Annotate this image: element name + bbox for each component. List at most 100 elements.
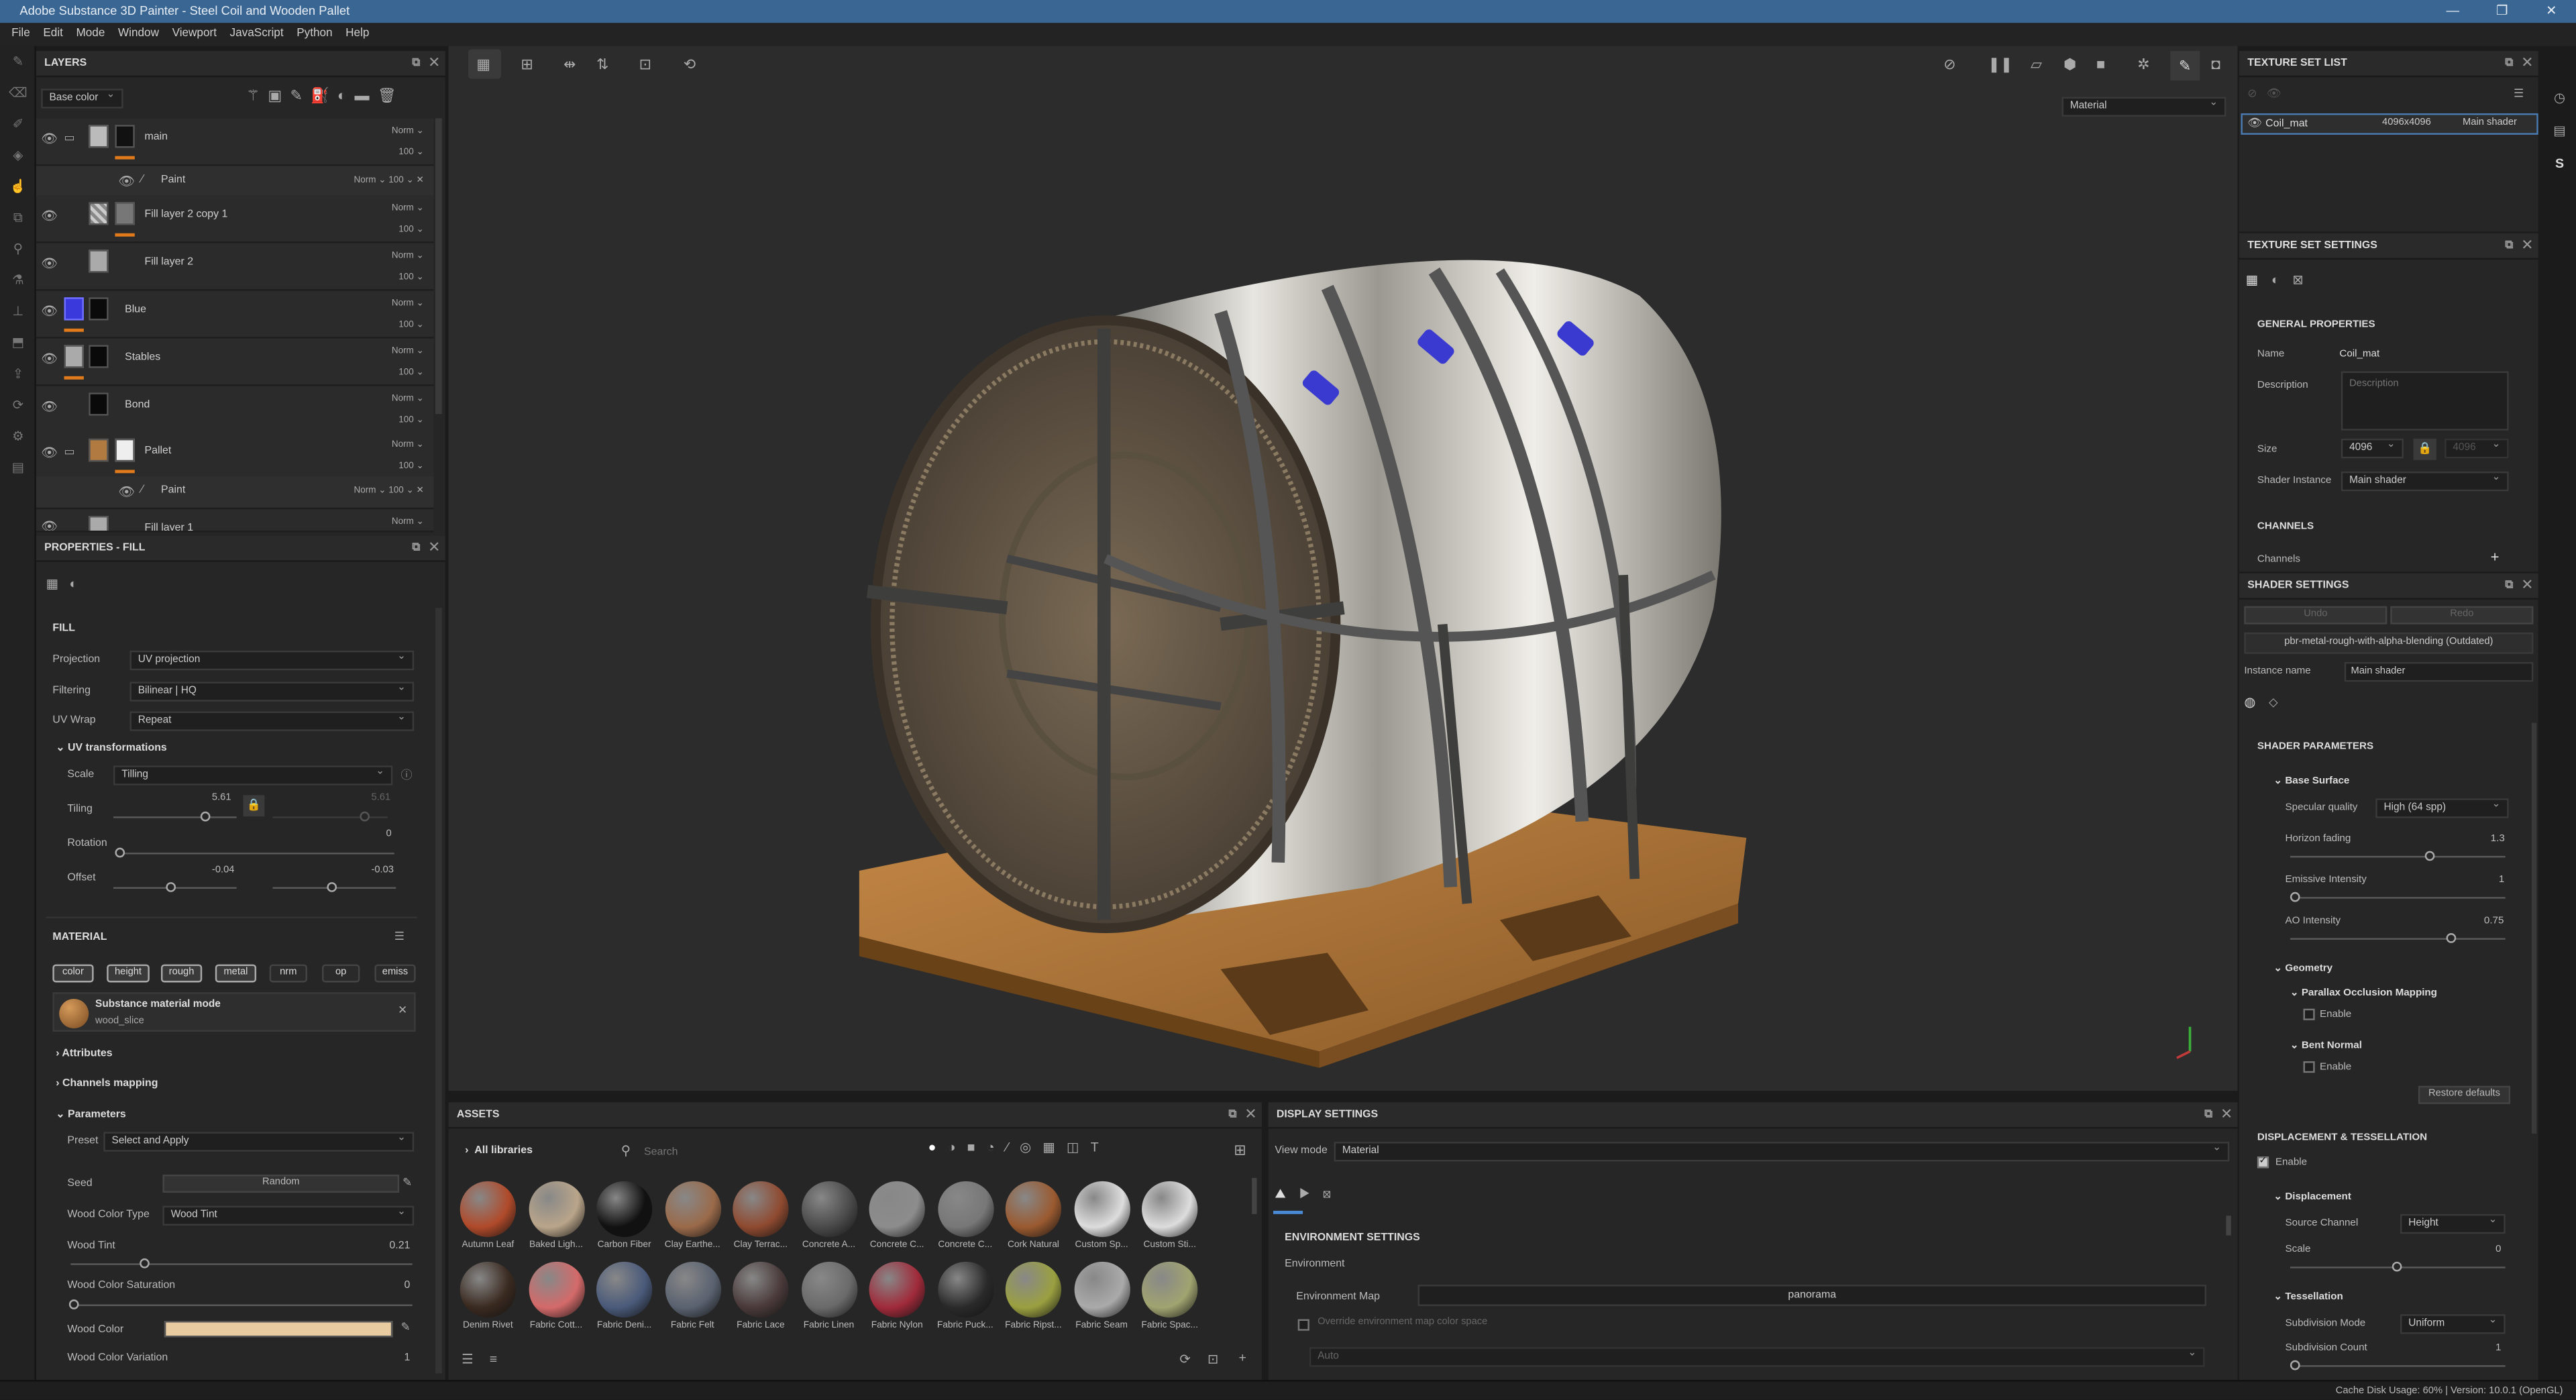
uv-transformations-header[interactable]: ⌄ UV transformations <box>56 741 167 754</box>
bake-icon[interactable]: ⬒ <box>0 327 36 358</box>
blend-mode[interactable]: Norm <box>392 517 414 527</box>
wood-tint-slider[interactable] <box>70 1263 413 1265</box>
layer-opacity[interactable]: 100 <box>398 225 414 235</box>
size-lock-icon[interactable]: 🔒 <box>2413 438 2436 460</box>
tiling-value[interactable]: 5.61 <box>212 794 231 804</box>
filter-text-icon[interactable]: T <box>1091 1140 1110 1155</box>
shader-name-field[interactable]: pbr-metal-rough-with-alpha-blending (Out… <box>2244 632 2534 654</box>
chip-color[interactable]: color <box>52 964 94 983</box>
effects-icon[interactable]: ✲ <box>2137 56 2149 74</box>
subdivision-count-knob[interactable] <box>2290 1360 2300 1370</box>
filter-brush-icon[interactable]: ⁄ <box>1006 1140 1020 1155</box>
import-icon[interactable]: ⊡ <box>1208 1352 1218 1367</box>
layer-pallet[interactable]: 👁 ▭ Pallet Norm ⌄ 100 ⌄ <box>36 432 434 480</box>
description-input[interactable] <box>2341 371 2509 431</box>
minimize-icon[interactable]: — <box>2428 0 2477 23</box>
tiling-slider[interactable] <box>113 816 237 818</box>
lock-icon[interactable]: 🔒 <box>243 795 265 817</box>
video-icon[interactable]: ■ <box>2096 56 2105 72</box>
substance-material-box[interactable]: Substance material mode wood_slice ✕ <box>52 992 416 1032</box>
fill-tab-icon[interactable]: ▦ <box>46 577 59 592</box>
channel-select[interactable]: Base color <box>41 87 123 109</box>
asset-thumbnail[interactable] <box>1142 1261 1198 1318</box>
layer-opacity[interactable]: 100 <box>398 148 414 158</box>
override-color-space-checkbox[interactable] <box>1297 1319 1309 1331</box>
display-icon[interactable]: ▱ <box>2031 56 2042 74</box>
info-icon[interactable]: ⓘ <box>401 767 413 784</box>
layer-blend[interactable]: Norm ⌄ 100 ⌄ <box>392 246 424 289</box>
wood-color-swatch[interactable] <box>164 1320 393 1338</box>
layer-fill-layer-2[interactable]: 👁 Fill layer 2 Norm ⌄ 100 ⌄ <box>36 243 434 291</box>
blend-mode[interactable]: Norm <box>392 440 414 450</box>
chip-height[interactable]: height <box>107 964 150 983</box>
bent-normal-header[interactable]: ⌄ Bent Normal <box>2290 1040 2362 1051</box>
asset-thumbnail[interactable] <box>869 1181 925 1238</box>
attributes-header[interactable]: › Attributes <box>56 1048 112 1059</box>
paint-brush-icon[interactable]: ✎ <box>0 46 36 78</box>
layer-fill-layer-1[interactable]: 👁 Fill layer 1 Norm ⌄ <box>36 509 434 533</box>
instance-name-input[interactable]: Main shader <box>2344 661 2534 682</box>
wood-color-type-select[interactable]: Wood Tint <box>162 1204 415 1226</box>
redo-button[interactable]: Redo <box>2390 606 2534 625</box>
undo-button[interactable]: Undo <box>2244 606 2387 625</box>
history-panel-icon[interactable]: ◷ <box>2543 82 2576 115</box>
align-icon[interactable]: ⇅ <box>596 56 608 74</box>
add-mask-icon[interactable]: ▣ <box>268 87 290 103</box>
restore-defaults-button[interactable]: Restore defaults <box>2418 1085 2511 1104</box>
asset-thumbnail[interactable] <box>528 1181 584 1238</box>
asset-thumbnail[interactable] <box>528 1261 584 1318</box>
filter-environment-icon[interactable]: ◫ <box>1067 1140 1091 1155</box>
clone-icon[interactable]: ⧉ <box>0 202 36 233</box>
menu-window[interactable]: Window <box>111 23 166 46</box>
remove-material-icon[interactable]: ✕ <box>398 1004 407 1017</box>
layer-blend[interactable]: Norm ⌄ 100 ⌄ <box>392 121 424 164</box>
color-picker-icon[interactable]: ✎ <box>401 1321 411 1334</box>
asset-search-input[interactable] <box>644 1142 916 1162</box>
wood-color-saturation-slider[interactable] <box>70 1304 413 1306</box>
display-scrollbar[interactable] <box>2226 1216 2231 1236</box>
add-icon[interactable]: + <box>1239 1350 1246 1365</box>
settings-icon[interactable]: ⚙ <box>0 421 36 452</box>
layer-opacity[interactable]: 100 <box>388 486 404 496</box>
tessellation-header[interactable]: ⌄ Tessellation <box>2273 1291 2343 1303</box>
pause-icon[interactable]: ❚❚ <box>1988 56 2012 74</box>
cube-icon[interactable]: ⬢ <box>2063 56 2076 74</box>
layer-blend[interactable]: Norm ⌄ <box>392 513 424 531</box>
asset-thumbnail[interactable] <box>596 1181 653 1238</box>
blend-mode[interactable]: Norm <box>354 176 376 186</box>
visibility-icon[interactable]: 👁 <box>41 256 58 271</box>
offset-u-value[interactable]: -0.04 <box>212 866 235 876</box>
filtering-select[interactable]: Bilinear | HQ <box>129 680 415 702</box>
refresh-icon[interactable]: ⟳ <box>1179 1352 1190 1367</box>
asset-thumbnail[interactable] <box>664 1181 720 1238</box>
layer-opacity[interactable]: 100 <box>398 368 414 378</box>
specular-quality-select[interactable]: High (64 spp) <box>2375 797 2509 818</box>
maximize-icon[interactable]: ❐ <box>2477 0 2526 23</box>
panel-controls[interactable]: ⧉ ✕ <box>2505 574 2532 600</box>
add-channel-icon[interactable]: + <box>2491 549 2500 565</box>
visibility-icon[interactable]: 👁 <box>41 399 58 414</box>
projection-icon[interactable]: ✐ <box>0 109 36 140</box>
3d-scene[interactable] <box>449 115 2238 1091</box>
pom-header[interactable]: ⌄ Parallax Occlusion Mapping <box>2290 987 2437 999</box>
asset-thumbnail[interactable] <box>869 1261 925 1318</box>
assets-scrollbar[interactable] <box>1252 1177 1257 1214</box>
visibility-icon[interactable]: 👁 <box>118 484 135 499</box>
bake-tab-icon[interactable]: ◐ <box>2271 273 2292 288</box>
filter-particle-icon[interactable]: ◎ <box>1020 1140 1042 1155</box>
wood-color-saturation-knob[interactable] <box>68 1299 79 1309</box>
history-icon[interactable]: ⟲ <box>684 56 696 74</box>
grid-view-icon[interactable]: ▦ <box>476 56 490 74</box>
log-icon[interactable]: ▤ <box>0 451 36 483</box>
bent-normal-enable-checkbox[interactable] <box>2303 1061 2315 1073</box>
menu-python[interactable]: Python <box>290 23 339 46</box>
asset-thumbnail[interactable] <box>800 1261 857 1318</box>
emissive-intensity-slider[interactable] <box>2290 897 2506 899</box>
layers-scrollbar[interactable] <box>435 118 442 415</box>
pom-enable-checkbox[interactable] <box>2303 1008 2315 1020</box>
blend-mode[interactable]: Norm <box>392 347 414 357</box>
visibility-icon[interactable]: 👁 <box>41 209 58 223</box>
preset-select[interactable]: Select and Apply <box>103 1130 415 1152</box>
displacement-scale-knob[interactable] <box>2392 1261 2402 1272</box>
delete-layer-icon[interactable]: 🗑 <box>378 87 405 103</box>
